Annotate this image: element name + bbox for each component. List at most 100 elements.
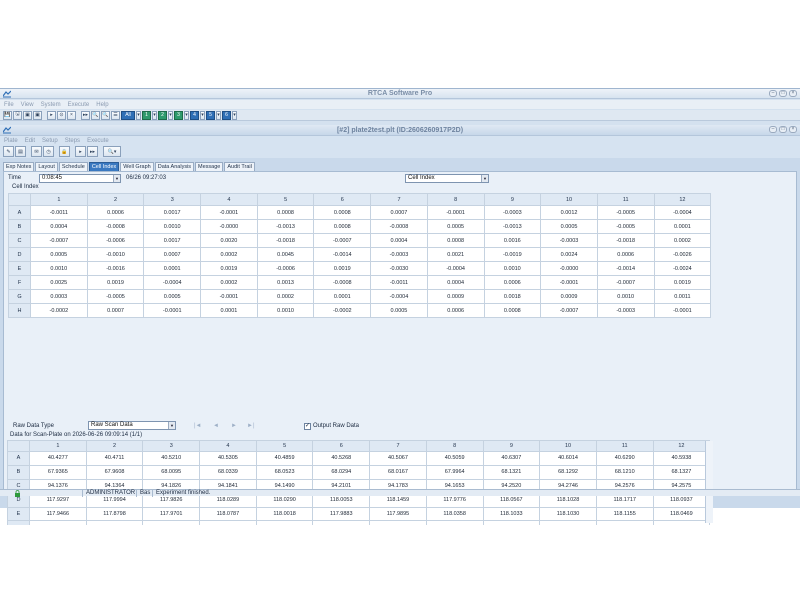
well-cell[interactable]: -0.0001 — [200, 289, 258, 304]
print-icon[interactable]: ▣ — [23, 110, 32, 120]
well-cell[interactable]: 40.4711 — [85, 451, 144, 466]
display-mode-select[interactable]: Cell Index ▼ — [405, 174, 489, 183]
row-header[interactable]: B — [7, 464, 30, 480]
well-cell[interactable]: -0.0004 — [653, 205, 712, 220]
well-cell[interactable]: 68.0294 — [312, 464, 371, 480]
column-header[interactable]: 9 — [483, 193, 542, 206]
zoom-in-icon[interactable]: 🔍 — [91, 110, 100, 120]
stop-icon[interactable]: × — [67, 110, 76, 120]
well-cell[interactable]: 0.0005 — [370, 303, 428, 318]
well-cell[interactable]: -0.0018 — [256, 233, 315, 248]
column-header[interactable]: 9 — [482, 440, 541, 452]
row-header[interactable]: D — [8, 247, 31, 262]
column-header[interactable]: 11 — [595, 440, 654, 452]
well-cell[interactable]: 94.1621 — [255, 520, 314, 525]
well-cell[interactable]: 0.0008 — [483, 303, 542, 318]
plate-1-button[interactable]: 1 — [142, 110, 151, 120]
clock-icon[interactable]: ◷ — [43, 146, 54, 157]
column-header[interactable]: 10 — [539, 440, 597, 452]
export-icon[interactable]: ▣ — [33, 110, 42, 120]
doc-close-button[interactable]: × — [789, 126, 797, 133]
plate-5-button[interactable]: 5 — [206, 110, 215, 120]
well-cell[interactable]: -0.0007 — [596, 275, 655, 290]
well-cell[interactable]: 118.1030 — [539, 506, 597, 522]
open-plate-icon[interactable]: ✎ — [3, 146, 14, 157]
column-header[interactable]: 6 — [312, 440, 371, 452]
well-cell[interactable]: -0.0014 — [313, 247, 372, 262]
zoom-out-icon[interactable]: 🔍 — [101, 110, 110, 120]
well-cell[interactable]: 0.0012 — [540, 205, 598, 220]
well-cell[interactable]: 0.0007 — [143, 247, 202, 262]
well-cell[interactable]: 0.0010 — [483, 261, 542, 276]
chevron-down-icon[interactable]: ▾ — [184, 110, 189, 120]
abort-icon[interactable]: ▸▸ — [87, 146, 98, 157]
well-cell[interactable]: -0.0018 — [596, 233, 655, 248]
well-cell[interactable]: 0.0024 — [540, 247, 598, 262]
well-cell[interactable]: 0.0005 — [540, 219, 598, 234]
menu-edit[interactable]: Edit — [25, 138, 35, 144]
plate-2-button[interactable]: 2 — [158, 110, 167, 120]
column-header[interactable]: 12 — [652, 440, 711, 452]
well-cell[interactable]: 0.0020 — [200, 233, 258, 248]
well-cell[interactable]: -0.0000 — [540, 261, 598, 276]
tab-audit-trail[interactable]: Audit Trail — [224, 162, 255, 171]
well-cell[interactable]: -0.0001 — [540, 275, 598, 290]
well-cell[interactable]: 94.2316 — [142, 520, 201, 525]
well-cell[interactable]: -0.0000 — [200, 219, 258, 234]
doc-maximize-button[interactable]: □ — [779, 126, 787, 133]
tab-cell-index[interactable]: Cell Index — [88, 162, 120, 171]
column-header[interactable]: 3 — [142, 440, 201, 452]
well-cell[interactable]: 68.0167 — [369, 464, 427, 480]
row-header[interactable]: C — [8, 233, 31, 248]
well-cell[interactable]: 0.0005 — [426, 219, 485, 234]
next-scan-button[interactable]: ► — [231, 423, 237, 429]
well-cell[interactable]: 94.2572 — [539, 520, 597, 525]
column-header[interactable]: 1 — [29, 440, 87, 452]
well-cell[interactable]: 0.0011 — [653, 289, 712, 304]
tab-message[interactable]: Message — [195, 162, 224, 171]
column-header[interactable]: 8 — [425, 440, 484, 452]
plate-all-button[interactable]: All — [121, 110, 135, 120]
well-cell[interactable]: 94.2671 — [482, 520, 541, 525]
save-icon[interactable]: 💾 — [3, 110, 12, 120]
well-cell[interactable]: 0.0008 — [313, 219, 372, 234]
well-cell[interactable]: 68.1210 — [595, 464, 654, 480]
row-header[interactable]: B — [8, 219, 31, 234]
well-cell[interactable]: 0.0021 — [426, 247, 485, 262]
well-cell[interactable]: -0.0005 — [596, 219, 655, 234]
menu-view[interactable]: View — [21, 102, 34, 108]
well-cell[interactable]: -0.0001 — [426, 205, 485, 220]
previous-scan-button[interactable]: ◄ — [213, 423, 219, 429]
well-cell[interactable]: -0.0026 — [653, 247, 712, 262]
well-cell[interactable]: 94.2390 — [652, 520, 711, 525]
well-cell[interactable]: 40.6290 — [595, 451, 654, 466]
well-cell[interactable]: -0.0001 — [653, 303, 712, 318]
chevron-down-icon[interactable]: ▾ — [168, 110, 173, 120]
chevron-down-icon[interactable]: ▾ — [200, 110, 205, 120]
well-cell[interactable]: 0.0006 — [426, 303, 485, 318]
layout-icon[interactable]: ▤ — [15, 146, 26, 157]
well-cell[interactable]: 94.1092 — [85, 520, 144, 525]
zoom-menu-icon[interactable]: 🔍▾ — [103, 146, 121, 157]
well-cell[interactable]: 0.0016 — [483, 233, 542, 248]
row-header[interactable]: E — [8, 261, 31, 276]
column-header[interactable]: 5 — [255, 440, 314, 452]
well-cell[interactable]: 68.1327 — [652, 464, 711, 480]
column-header[interactable]: 5 — [256, 193, 315, 206]
menu-help[interactable]: Help — [96, 102, 108, 108]
well-cell[interactable]: 40.6307 — [482, 451, 541, 466]
well-cell[interactable]: 0.0045 — [256, 247, 315, 262]
tab-layout[interactable]: Layout — [35, 162, 58, 171]
menu-doc-execute[interactable]: Execute — [87, 138, 109, 144]
well-cell[interactable]: -0.0014 — [596, 261, 655, 276]
well-cell[interactable]: -0.0001 — [143, 303, 202, 318]
row-header[interactable]: A — [7, 451, 30, 466]
column-header[interactable]: 2 — [85, 440, 144, 452]
maximize-button[interactable]: □ — [779, 90, 787, 97]
well-cell[interactable]: 68.1292 — [539, 464, 597, 480]
column-header[interactable]: 8 — [426, 193, 485, 206]
well-cell[interactable]: 40.5067 — [369, 451, 427, 466]
well-cell[interactable]: 0.0008 — [426, 233, 485, 248]
well-cell[interactable]: -0.0005 — [86, 289, 145, 304]
well-cell[interactable]: 40.6014 — [539, 451, 597, 466]
